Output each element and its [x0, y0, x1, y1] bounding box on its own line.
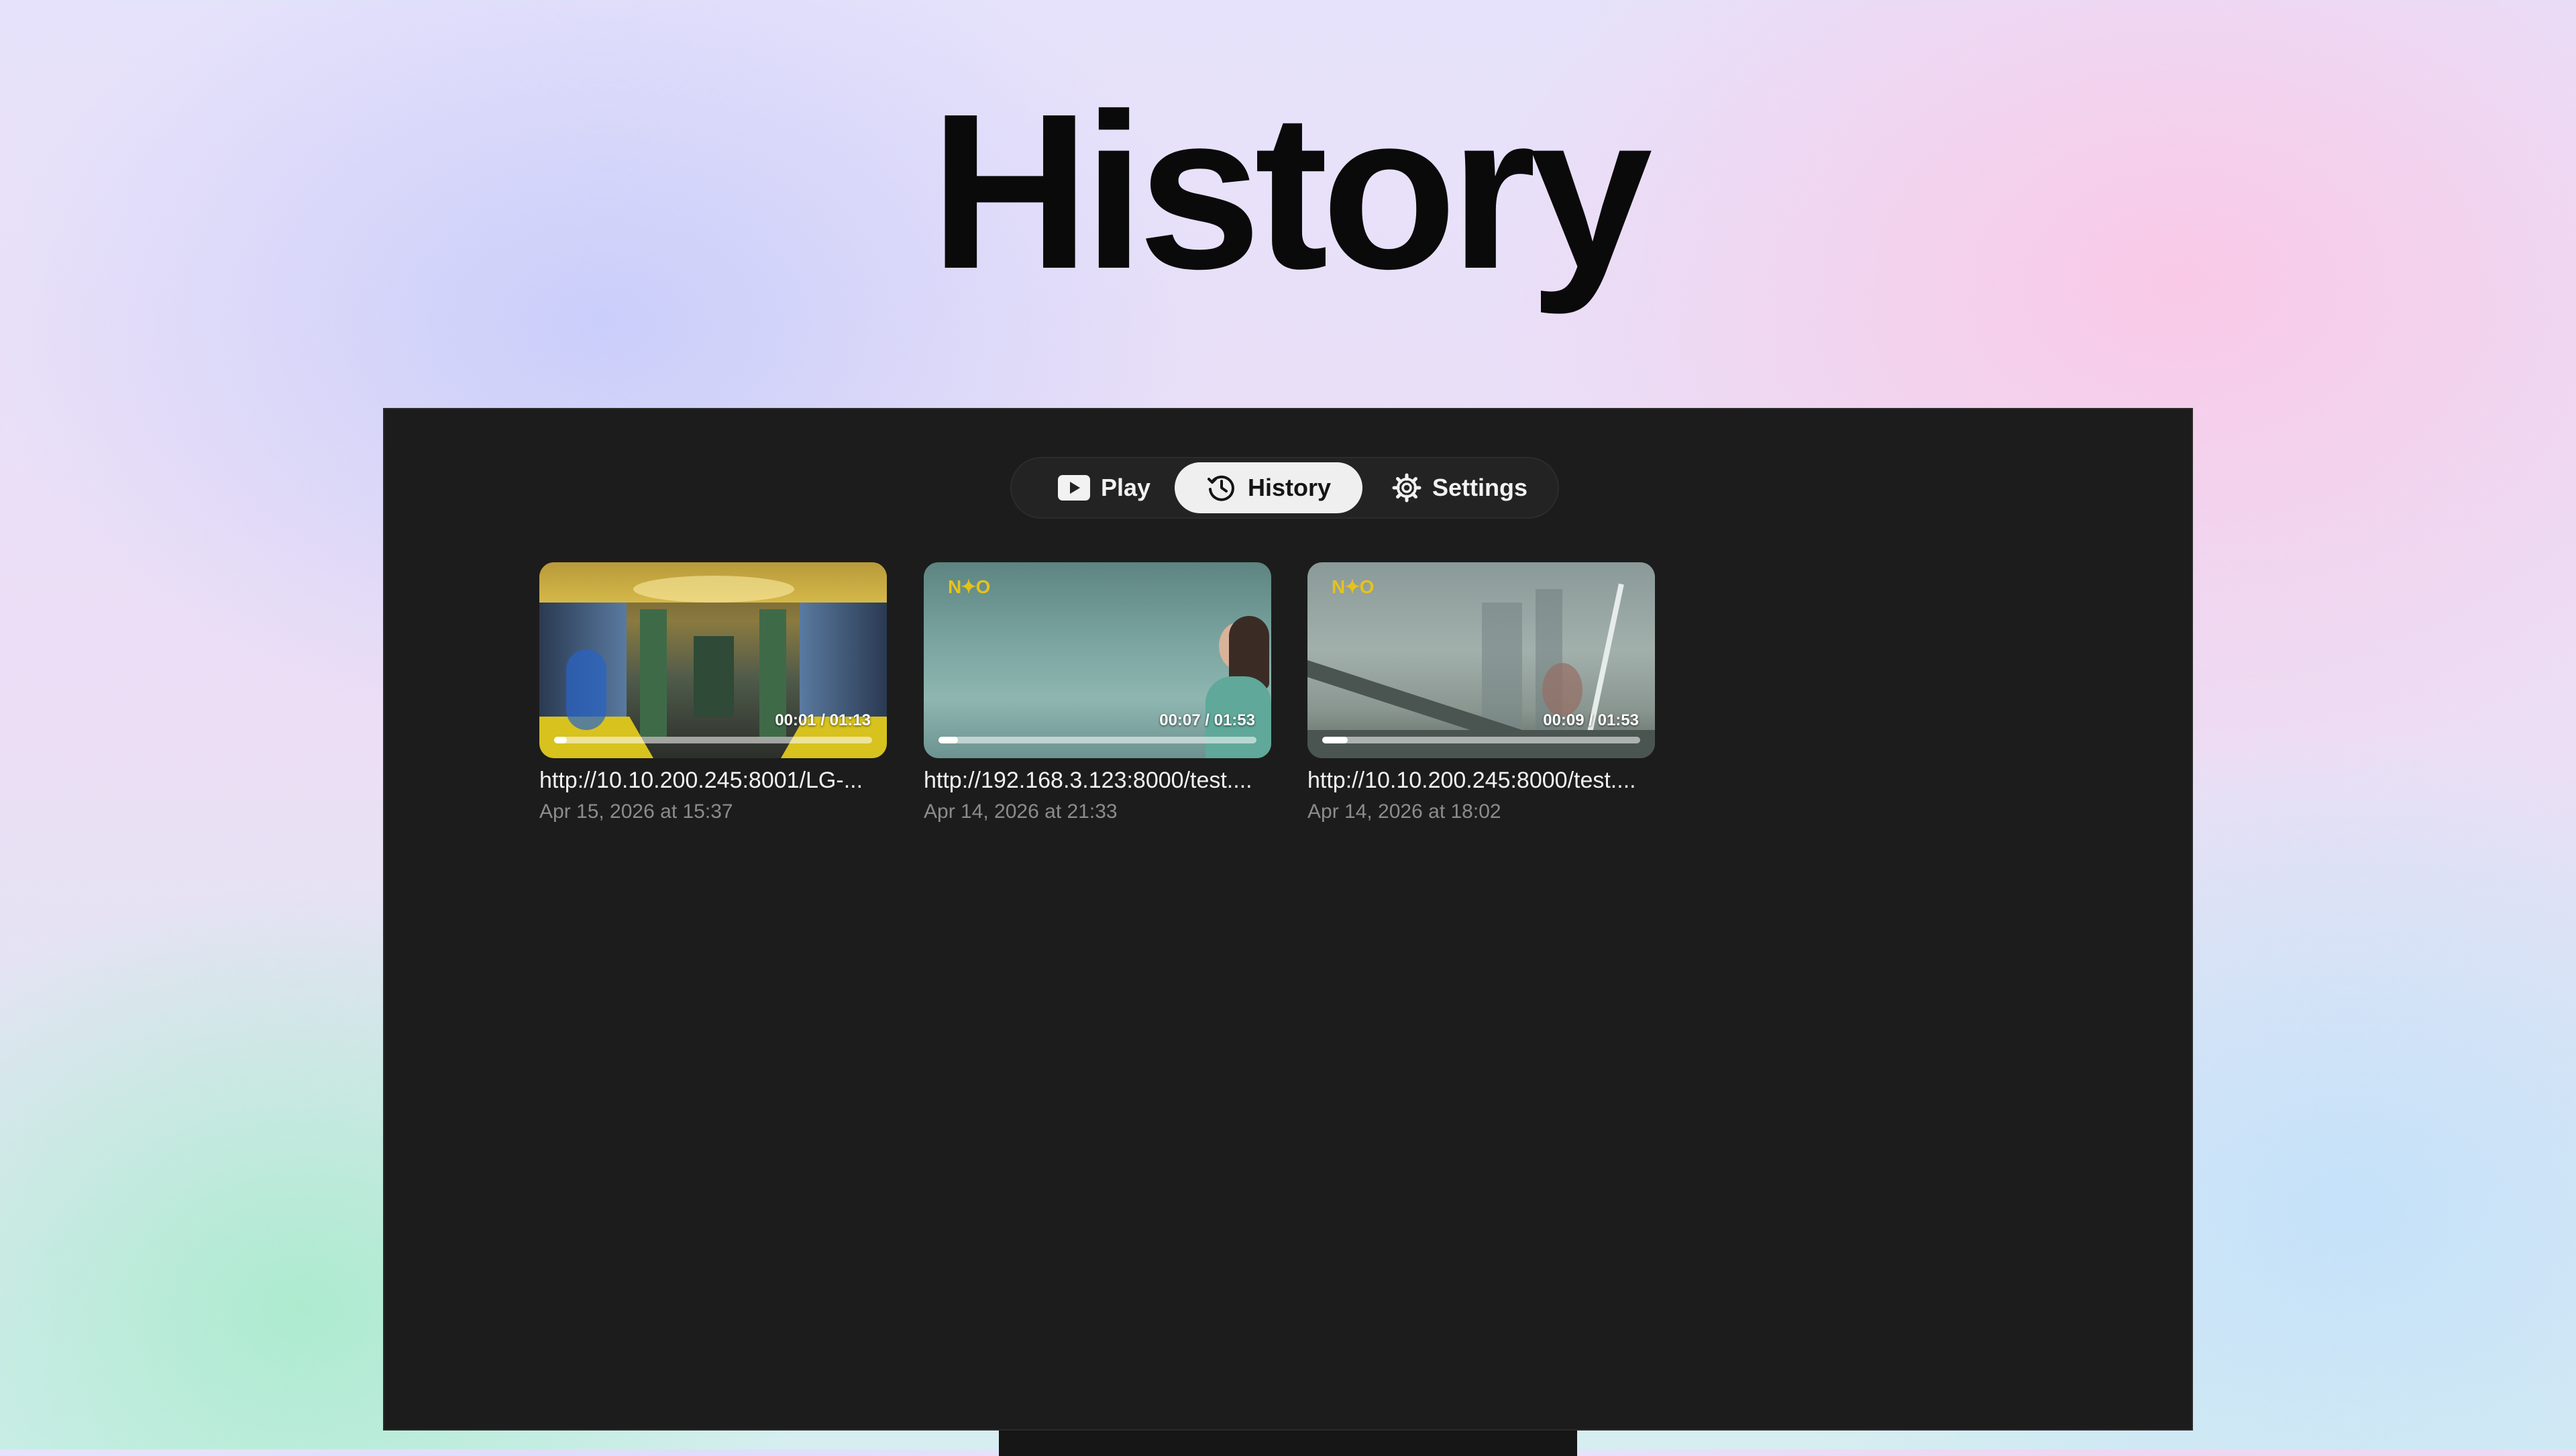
channel-logo: N✦O — [948, 576, 990, 597]
tab-bar: Play History Settings — [1010, 457, 1559, 519]
video-thumbnail: N✦O 00:07 / 01:53 — [924, 562, 1271, 758]
history-icon — [1206, 472, 1237, 503]
tab-settings-label: Settings — [1432, 474, 1527, 501]
watched-date: Apr 15, 2026 at 15:37 — [539, 800, 733, 823]
video-thumbnail: N✦O 00:09 / 01:53 — [1307, 562, 1655, 758]
history-card[interactable]: 00:01 / 01:13 http://10.10.200.245:8001/… — [539, 562, 887, 823]
progress-fill — [554, 737, 567, 743]
progress-bar — [1322, 737, 1640, 743]
tv-stand — [999, 1429, 1577, 1456]
play-icon — [1057, 475, 1090, 501]
playback-time: 00:09 / 01:53 — [1543, 711, 1639, 729]
playback-time: 00:07 / 01:53 — [1159, 711, 1255, 729]
watched-date: Apr 14, 2026 at 21:33 — [924, 800, 1118, 823]
history-card[interactable]: N✦O 00:07 / 01:53 http://192.168.3.123:8… — [924, 562, 1271, 823]
progress-fill — [1322, 737, 1348, 743]
progress-bar — [938, 737, 1256, 743]
video-thumbnail: 00:01 / 01:13 — [539, 562, 887, 758]
tab-play-label: Play — [1100, 474, 1151, 501]
watched-date: Apr 14, 2026 at 18:02 — [1307, 800, 1501, 823]
playback-time: 00:01 / 01:13 — [775, 711, 871, 729]
channel-logo: N✦O — [1332, 576, 1374, 597]
tab-play[interactable]: Play — [1024, 462, 1185, 513]
progress-fill — [938, 737, 959, 743]
tab-history[interactable]: History — [1175, 462, 1362, 513]
video-url: http://10.10.200.245:8000/test.... — [1307, 768, 1636, 793]
page-title: History — [930, 67, 1653, 315]
video-url: http://10.10.200.245:8001/LG-... — [539, 768, 863, 793]
history-card[interactable]: N✦O 00:09 / 01:53 http://10.10.200.245:8… — [1307, 562, 1655, 823]
tab-history-label: History — [1247, 474, 1332, 501]
tab-settings[interactable]: Settings — [1373, 462, 1547, 513]
progress-bar — [554, 737, 872, 743]
tv-screen: Play History Settings 00:01 / 01:13 http… — [383, 408, 2193, 1431]
gear-icon — [1392, 473, 1421, 503]
video-url: http://192.168.3.123:8000/test.... — [924, 768, 1252, 793]
